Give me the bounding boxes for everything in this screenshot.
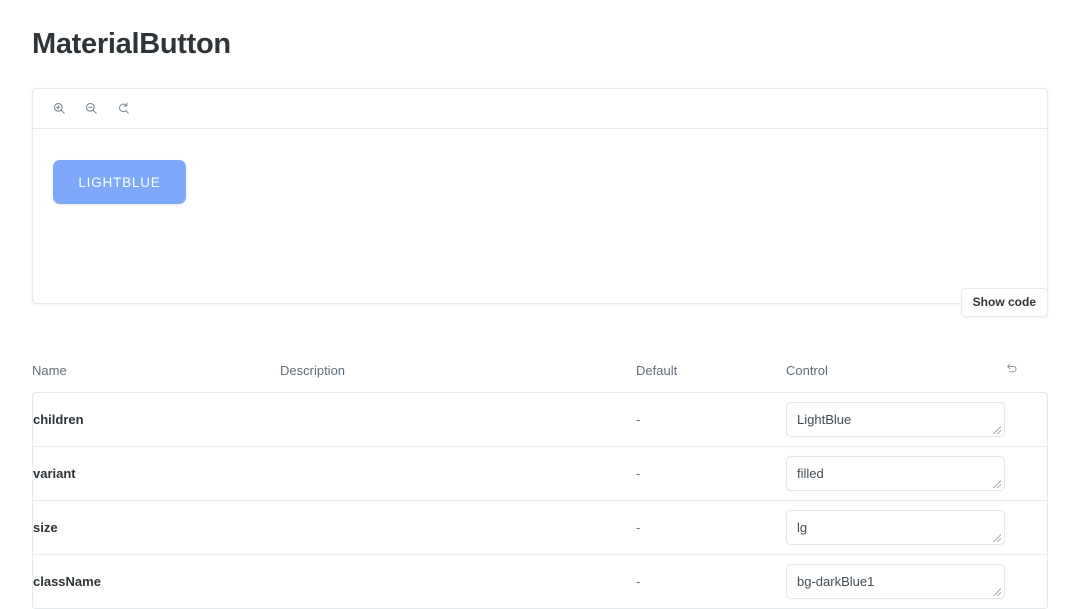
control-wrapper: [786, 402, 1005, 437]
arg-default: -: [636, 392, 786, 446]
arg-name: size: [32, 500, 280, 554]
table-row: className -: [32, 554, 1048, 609]
args-table: Name Description Default Control childre…: [32, 360, 1048, 609]
reset-controls-icon: [1004, 360, 1019, 378]
story-preview-stage: LIGHTBLUE: [33, 129, 1047, 303]
show-code-button[interactable]: Show code: [960, 288, 1048, 317]
zoom-reset-button[interactable]: [109, 95, 137, 123]
zoom-out-button[interactable]: [77, 95, 105, 123]
zoom-in-button[interactable]: [45, 95, 73, 123]
control-input-size[interactable]: [786, 510, 1005, 545]
page-title: MaterialButton: [32, 28, 231, 60]
column-header-default: Default: [636, 363, 678, 378]
args-table-body: children - variant: [32, 392, 1048, 609]
preview-toolbar: [33, 89, 1047, 129]
arg-description: [280, 446, 636, 500]
control-wrapper: [786, 510, 1005, 545]
story-preview-panel: LIGHTBLUE Show code: [32, 88, 1048, 317]
arg-default: -: [636, 554, 786, 609]
control-input-classname[interactable]: [786, 564, 1005, 599]
table-row: variant -: [32, 446, 1048, 500]
arg-description: [280, 500, 636, 554]
arg-description: [280, 392, 636, 446]
material-button-demo[interactable]: LIGHTBLUE: [53, 160, 186, 204]
control-input-children[interactable]: [786, 402, 1005, 437]
arg-name: className: [32, 554, 280, 609]
column-header-control: Control: [786, 363, 828, 378]
column-header-description: Description: [280, 363, 346, 378]
control-input-variant[interactable]: [786, 456, 1005, 491]
arg-name: children: [32, 392, 280, 446]
column-header-reset: [1002, 360, 1048, 392]
arg-control-cell: [786, 446, 1048, 500]
arg-control-cell: [786, 392, 1048, 446]
table-row: children -: [32, 392, 1048, 446]
control-wrapper: [786, 456, 1005, 491]
args-table-head: Name Description Default Control: [32, 360, 1048, 392]
zoom-reset-icon: [116, 101, 131, 116]
zoom-out-icon: [84, 101, 99, 116]
args-table-header-row: Name Description Default Control: [32, 360, 1048, 392]
zoom-in-icon: [52, 101, 67, 116]
arg-default: -: [636, 446, 786, 500]
arg-default: -: [636, 500, 786, 554]
table-row: size -: [32, 500, 1048, 554]
control-wrapper: [786, 564, 1005, 599]
arg-name: variant: [32, 446, 280, 500]
storybook-docs-page: MaterialButton LIGHTBLUE Show code Name …: [0, 0, 1080, 609]
column-header-name: Name: [32, 363, 67, 378]
reset-controls-button[interactable]: [1002, 360, 1020, 378]
arg-description: [280, 554, 636, 609]
args-table-container: Name Description Default Control childre…: [32, 360, 1048, 609]
arg-control-cell: [786, 500, 1048, 554]
arg-control-cell: [786, 554, 1048, 609]
